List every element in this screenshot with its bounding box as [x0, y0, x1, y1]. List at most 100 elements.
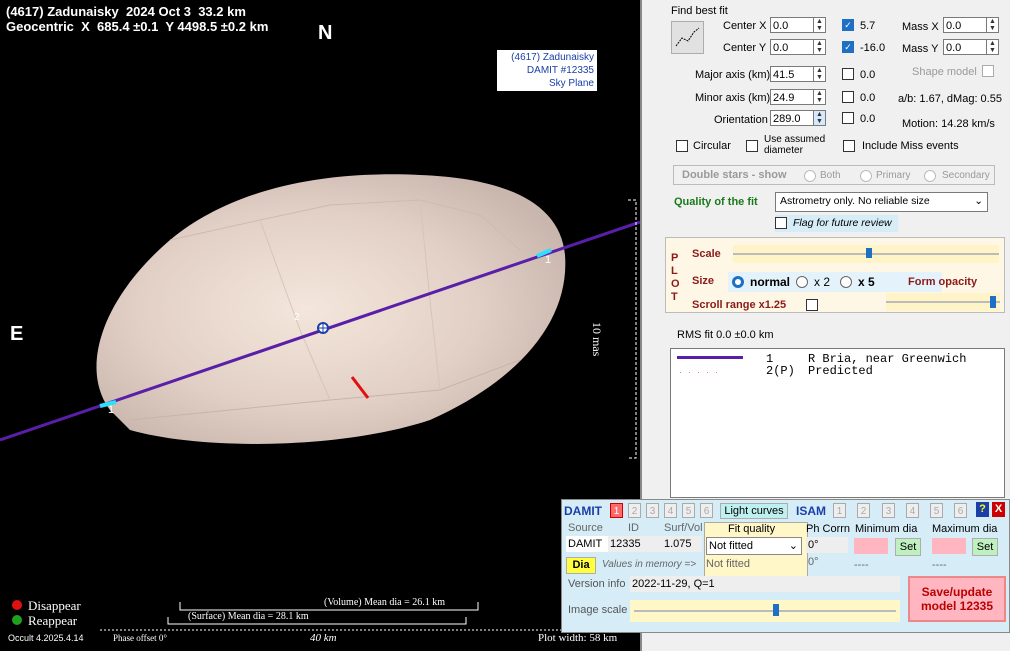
fit-quality-value: Not fitted: [709, 540, 754, 552]
circular-checkbox[interactable]: [676, 140, 688, 152]
center-x-input[interactable]: 0.0: [770, 17, 814, 33]
chord-label-1b: 1: [545, 254, 552, 266]
include-miss-checkbox[interactable]: [843, 140, 855, 152]
isam-tab-6[interactable]: 6: [954, 503, 967, 518]
mass-x-input[interactable]: 0.0: [943, 17, 987, 33]
version-info-value: 2022-11-29, Q=1: [630, 576, 900, 592]
damit-tab-5[interactable]: 5: [682, 503, 695, 518]
image-scale-slider[interactable]: [630, 600, 900, 622]
orientation-checkbox[interactable]: [842, 112, 854, 124]
size-normal-radio[interactable]: [732, 276, 744, 288]
km-scale: 40 km: [310, 632, 337, 644]
plot-width: Plot width: 58 km: [538, 632, 618, 644]
find-best-fit-button[interactable]: [671, 21, 704, 54]
isam-tab-1[interactable]: 1: [833, 503, 846, 518]
orientation-value: 0.0: [860, 113, 876, 125]
surface-dia: (Surface) Mean dia = 28.1 km: [188, 611, 309, 622]
scale-slider-thumb[interactable]: [866, 248, 872, 258]
dia-button[interactable]: Dia: [566, 557, 596, 574]
opacity-slider[interactable]: [886, 293, 1000, 311]
orientation-spinner[interactable]: ▲ ▼: [813, 110, 826, 126]
center-y-checkbox[interactable]: ✓: [842, 41, 854, 53]
minor-axis-checkbox[interactable]: [842, 91, 854, 103]
damit-tab-2[interactable]: 2: [628, 503, 641, 518]
mass-x-label: Mass X: [902, 21, 939, 33]
damit-tab-3[interactable]: 3: [646, 503, 659, 518]
minor-axis-label: Minor axis (km): [695, 92, 771, 104]
isam-tab-2[interactable]: 2: [857, 503, 870, 518]
max-dia-field[interactable]: [932, 538, 966, 554]
id-header: ID: [628, 522, 639, 534]
double-stars-label: Double stars - show: [682, 169, 787, 181]
min-dia-field[interactable]: [854, 538, 888, 554]
surf-header: Surf/Vol: [664, 522, 703, 534]
isam-tab-4[interactable]: 4: [906, 503, 919, 518]
orientation-input[interactable]: 289.0: [770, 110, 814, 126]
major-axis-input[interactable]: 41.5: [770, 66, 814, 82]
version-label: Occult 4.2025.4.14: [8, 633, 84, 643]
use-assumed-checkbox[interactable]: [746, 140, 758, 152]
size-x2-radio[interactable]: [796, 276, 808, 288]
circular-label: Circular: [693, 140, 731, 152]
minor-axis-input[interactable]: 24.9: [770, 89, 814, 105]
plot-title-line2: Geocentric X 685.4 ±0.1 Y 4498.5 ±0.2 km: [6, 19, 269, 34]
double-secondary-radio[interactable]: [924, 170, 936, 182]
mass-x-spinner[interactable]: ▲ ▼: [986, 17, 999, 33]
chord-swatch-1: [677, 356, 743, 359]
set-min-button[interactable]: Set: [895, 538, 921, 556]
center-y-label: Center Y: [723, 42, 767, 54]
opacity-slider-thumb[interactable]: [990, 296, 996, 308]
mass-y-spinner[interactable]: ▲ ▼: [986, 39, 999, 55]
size-x2-label: x 2: [814, 275, 831, 289]
image-scale-thumb[interactable]: [773, 604, 779, 616]
min-dia-header: Minimum dia: [855, 523, 918, 535]
save-model-button[interactable]: Save/update model 12335: [908, 576, 1006, 622]
flag-review-row[interactable]: Flag for future review: [775, 215, 898, 232]
minor-axis-value: 0.0: [860, 92, 876, 104]
size-label: Size: [692, 275, 715, 287]
isam-tab-5[interactable]: 5: [930, 503, 943, 518]
legend-disappear: Disappear: [28, 598, 81, 613]
damit-tab-4[interactable]: 4: [664, 503, 677, 518]
info-box-line: DAMIT #12335: [526, 65, 594, 76]
major-axis-spinner[interactable]: ▲ ▼: [813, 66, 826, 82]
center-y-input[interactable]: 0.0: [770, 39, 814, 55]
center-y-value: -16.0: [860, 42, 886, 54]
help-button[interactable]: ?: [976, 502, 989, 517]
center-x-checkbox[interactable]: ✓: [842, 19, 854, 31]
values-memory-label: Values in memory =>: [602, 559, 697, 570]
mass-y-input[interactable]: 0.0: [943, 39, 987, 55]
damit-tab-6[interactable]: 6: [700, 503, 713, 518]
isam-tab-3[interactable]: 3: [882, 503, 895, 518]
observer-list[interactable]: 1 R Bria, near Greenwich ····· 2(P) Pred…: [670, 348, 1005, 498]
flag-review-label: Flag for future review: [793, 217, 892, 229]
observer-name: Predicted: [808, 364, 873, 378]
sky-plane-plot[interactable]: (4617) Zadunaisky 2024 Oct 3 33.2 km Geo…: [0, 0, 642, 651]
center-x-label: Center X: [723, 20, 767, 32]
shape-model-checkbox[interactable]: [982, 65, 994, 77]
info-box-line: Sky Plane: [548, 78, 594, 89]
double-both-radio[interactable]: [804, 170, 816, 182]
light-curves-button[interactable]: Light curves: [720, 503, 788, 519]
find-best-fit-label: Find best fit: [671, 5, 728, 17]
form-opacity-label: Form opacity: [908, 276, 978, 288]
major-axis-checkbox[interactable]: [842, 68, 854, 80]
minor-axis-spinner[interactable]: ▲ ▼: [813, 89, 826, 105]
max-dia-header: Maximum dia: [932, 523, 998, 535]
flag-review-checkbox[interactable]: [775, 217, 787, 229]
center-x-spinner[interactable]: ▲ ▼: [813, 17, 826, 33]
size-x5-radio[interactable]: [840, 276, 852, 288]
info-box-line: (4617) Zadunaisky: [511, 52, 594, 63]
scale-slider[interactable]: [733, 245, 999, 263]
chevron-down-icon: ⌄: [788, 540, 798, 552]
fit-quality-select[interactable]: Not fitted ⌄: [706, 537, 802, 555]
fit-quality-memory: Not fitted: [706, 558, 751, 570]
quality-select[interactable]: Astrometry only. No reliable size ⌄: [775, 192, 988, 212]
center-y-spinner[interactable]: ▲ ▼: [813, 39, 826, 55]
double-primary-radio[interactable]: [860, 170, 872, 182]
set-max-button[interactable]: Set: [972, 538, 998, 556]
close-button[interactable]: X: [992, 502, 1005, 517]
scroll-range-checkbox[interactable]: [806, 299, 818, 311]
damit-tab-1[interactable]: 1: [610, 503, 623, 518]
double-stars-group: Double stars - show Both Primary Seconda…: [673, 165, 995, 185]
